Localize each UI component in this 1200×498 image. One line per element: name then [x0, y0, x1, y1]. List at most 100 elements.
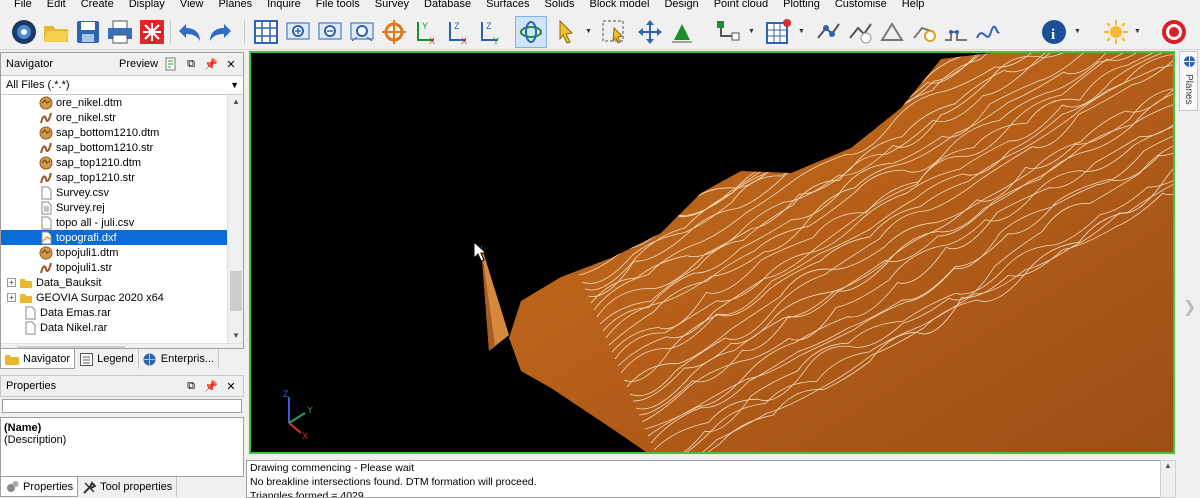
redo-button[interactable] [204, 16, 236, 48]
graphics-viewport[interactable]: Z Y X [249, 51, 1175, 454]
menu-edit[interactable]: Edit [39, 0, 73, 10]
float-panel-icon[interactable]: ⧉ [183, 378, 199, 394]
digitise-dropdown-icon[interactable]: ▼ [748, 28, 756, 38]
stop-target-icon [1162, 20, 1186, 44]
tree-item[interactable]: sap_bottom1210.str [1, 140, 227, 155]
menu-plotting[interactable]: Plotting [775, 0, 827, 10]
close-icon[interactable]: ✕ [223, 378, 239, 394]
info-dropdown-icon[interactable]: ▼ [1074, 28, 1082, 38]
tree-item[interactable]: Data Nikel.rar [1, 320, 227, 335]
tree-item[interactable]: topojuli1.str [1, 260, 227, 275]
properties-object-field[interactable] [2, 399, 242, 413]
preview-label[interactable]: Preview [119, 58, 159, 70]
undo-button[interactable] [174, 16, 206, 48]
info-button[interactable]: i [1038, 16, 1070, 48]
tree-item-selected[interactable]: topografi.dxf [1, 230, 227, 245]
pan-button[interactable] [634, 16, 666, 48]
tree-item[interactable]: + Data_Bauksit [1, 275, 227, 290]
expand-toggle-icon[interactable]: + [7, 278, 16, 287]
tree-vertical-scrollbar[interactable]: ▲ ▼ [227, 95, 243, 343]
zoom-out-button[interactable] [314, 16, 346, 48]
pin-icon[interactable]: 📌 [203, 56, 219, 72]
select-region-button[interactable] [598, 16, 630, 48]
string-tool-5-button[interactable] [940, 16, 972, 48]
tree-item[interactable]: sap_top1210.str [1, 170, 227, 185]
folder-icon [5, 352, 19, 366]
tab-navigator[interactable]: Navigator [0, 349, 76, 369]
menu-file-tools[interactable]: File tools [308, 0, 367, 10]
view-zx-button[interactable]: ZX [442, 16, 474, 48]
tab-properties[interactable]: Properties [0, 477, 79, 497]
chevron-right-icon[interactable]: ❯ [1183, 297, 1196, 317]
string-tool-3-button[interactable] [876, 16, 908, 48]
menu-design[interactable]: Design [656, 0, 705, 10]
print-button[interactable] [104, 16, 136, 48]
digitise-button[interactable] [712, 16, 744, 48]
save-button[interactable] [72, 16, 104, 48]
tree-item[interactable]: topo all - juli.csv [1, 215, 227, 230]
tree-item[interactable]: Data Emas.rar [1, 305, 227, 320]
preview-toggle-icon[interactable] [163, 56, 179, 72]
string-tool-2-button[interactable] [844, 16, 876, 48]
float-panel-icon[interactable]: ⧉ [183, 56, 199, 72]
lighting-dropdown-icon[interactable]: ▼ [1134, 28, 1142, 38]
view-zy-button[interactable]: ZY [474, 16, 506, 48]
view-yx-button[interactable]: YX [410, 16, 442, 48]
svg-text:X: X [461, 36, 467, 46]
pin-icon[interactable]: 📌 [203, 378, 219, 394]
menu-display[interactable]: Display [121, 0, 172, 10]
tree-item[interactable]: sap_bottom1210.dtm [1, 125, 227, 140]
menu-point-cloud[interactable]: Point cloud [706, 0, 775, 10]
menu-file[interactable]: File [6, 0, 39, 10]
file-filter-dropdown[interactable]: All Files (.*.*) ▼ [1, 75, 243, 95]
menu-customise[interactable]: Customise [827, 0, 894, 10]
reset-graphics-button[interactable] [136, 16, 168, 48]
tab-enterprise[interactable]: Enterpris... [139, 349, 219, 369]
close-icon[interactable]: ✕ [223, 56, 239, 72]
scroll-up-icon[interactable]: ▲ [1164, 461, 1172, 470]
menu-planes[interactable]: Planes [210, 0, 259, 10]
open-button[interactable] [40, 16, 72, 48]
string-tool-4-button[interactable] [908, 16, 940, 48]
scroll-down-icon[interactable]: ▼ [228, 329, 244, 343]
tab-legend[interactable]: Legend [75, 349, 139, 369]
tab-tool-properties[interactable]: Tool properties [78, 477, 178, 497]
select-dropdown-icon[interactable]: ▼ [585, 28, 593, 38]
zoom-all-button[interactable] [346, 16, 378, 48]
menu-solids[interactable]: Solids [537, 0, 582, 10]
string-tool-1-button[interactable] [812, 16, 844, 48]
tree-item[interactable]: topojuli1.dtm [1, 245, 227, 260]
select-button[interactable] [550, 16, 582, 48]
centre-button[interactable] [378, 16, 410, 48]
menu-block-model[interactable]: Block model [582, 0, 657, 10]
draw-triangle-button[interactable] [666, 16, 698, 48]
tree-item[interactable]: ore_nikel.str [1, 110, 227, 125]
planes-side-tab[interactable]: Planes [1179, 51, 1198, 111]
graticule-dropdown-icon[interactable]: ▼ [798, 28, 806, 38]
tree-item[interactable]: ore_nikel.dtm [1, 95, 227, 110]
console-scrollbar[interactable]: ▲ [1160, 460, 1176, 498]
menu-database[interactable]: Database [416, 0, 478, 10]
scroll-up-icon[interactable]: ▲ [228, 95, 244, 109]
zoom-in-button[interactable] [282, 16, 314, 48]
rotate-button[interactable] [515, 16, 547, 48]
menu-inquire[interactable]: Inquire [259, 0, 308, 10]
menu-create[interactable]: Create [73, 0, 121, 10]
lighting-button[interactable] [1100, 16, 1132, 48]
grid-button[interactable] [250, 16, 282, 48]
str-file-icon [39, 261, 53, 275]
tree-item[interactable]: sap_top1210.dtm [1, 155, 227, 170]
tree-item[interactable]: + GEOVIA Surpac 2020 x64 [1, 290, 227, 305]
menu-survey[interactable]: Survey [367, 0, 416, 10]
string-tool-6-button[interactable] [972, 16, 1004, 48]
expand-toggle-icon[interactable]: + [7, 293, 16, 302]
menu-help[interactable]: Help [894, 0, 932, 10]
tree-item[interactable]: Survey.rej [1, 200, 227, 215]
menu-surfaces[interactable]: Surfaces [478, 0, 536, 10]
menu-view[interactable]: View [172, 0, 211, 10]
tree-item[interactable]: Survey.csv [1, 185, 227, 200]
graticule-button[interactable] [762, 16, 794, 48]
scroll-thumb[interactable] [230, 271, 242, 311]
surpac-logo-button[interactable] [8, 16, 40, 48]
stop-button[interactable] [1158, 16, 1190, 48]
